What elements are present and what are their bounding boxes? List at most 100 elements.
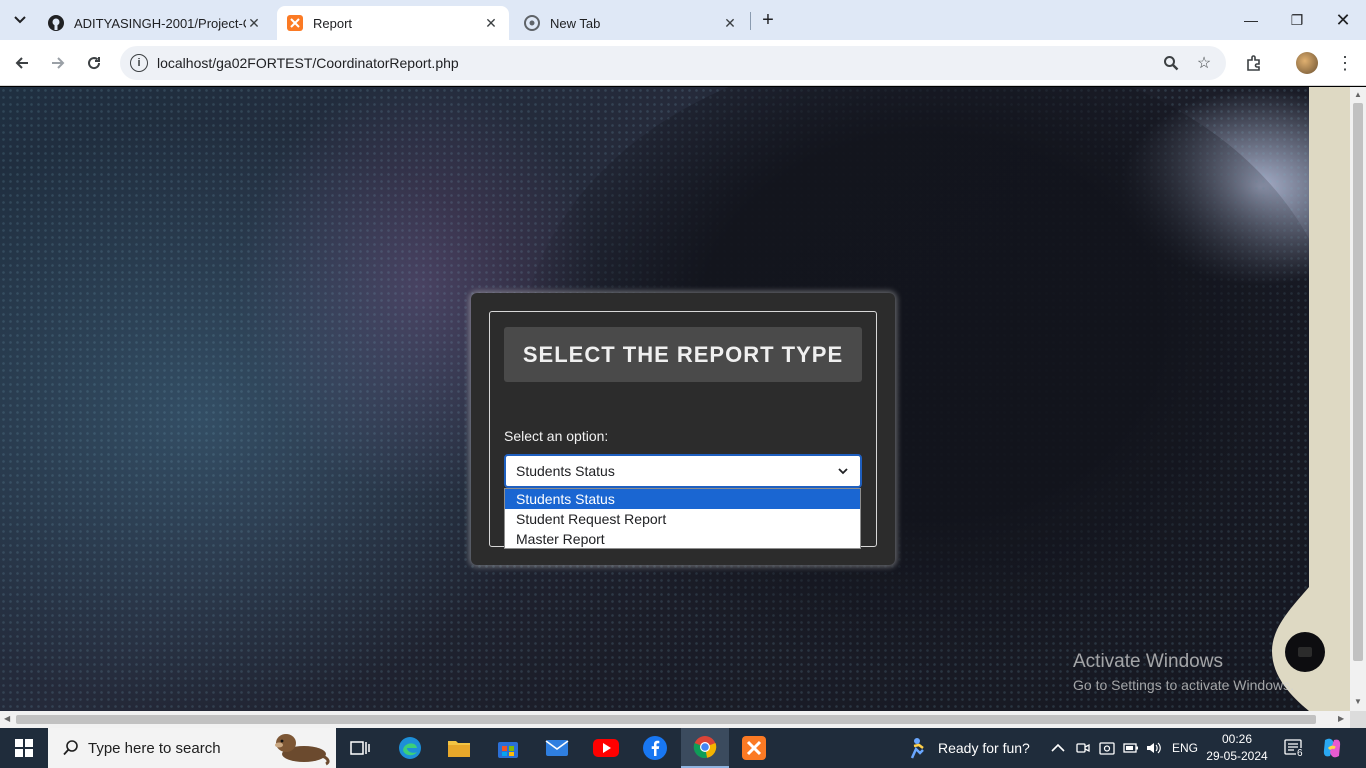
horizontal-scrollbar[interactable]: ◀ ▶ — [0, 711, 1350, 728]
chevron-up-icon — [1051, 743, 1065, 752]
windows-taskbar: Type here to search Ready for fun? ENG 0… — [0, 728, 1366, 768]
taskbar-youtube[interactable] — [582, 728, 630, 768]
xampp-icon — [742, 736, 766, 760]
scroll-left-icon[interactable]: ◀ — [4, 714, 10, 723]
windows-logo-icon — [15, 739, 33, 757]
taskbar-store[interactable] — [484, 728, 532, 768]
notification-count: 6 — [1296, 748, 1304, 759]
page-viewport: Activate Windows Go to Settings to activ… — [0, 87, 1350, 711]
tab-search-button[interactable] — [8, 8, 32, 32]
site-info-icon[interactable]: i — [130, 54, 148, 72]
tab-separator — [750, 12, 751, 30]
taskbar-edge[interactable] — [386, 728, 434, 768]
clock-date: 29-05-2024 — [1206, 749, 1268, 763]
taskbar-file-explorer[interactable] — [435, 728, 483, 768]
url-text: localhost/ga02FORTEST/CoordinatorReport.… — [157, 55, 459, 71]
youtube-icon — [593, 739, 619, 757]
option-master-report[interactable]: Master Report — [505, 529, 860, 549]
taskbar-clock[interactable]: 00:26 29-05-2024 — [1204, 731, 1270, 765]
mail-icon — [545, 740, 569, 756]
otter-illustration-icon — [275, 734, 330, 766]
battery-icon[interactable] — [1123, 728, 1139, 768]
notification-center[interactable]: 6 — [1284, 728, 1304, 768]
clock-time: 00:26 — [1221, 732, 1253, 746]
show-hidden-icons[interactable] — [1051, 728, 1065, 768]
volume-icon[interactable] — [1146, 728, 1162, 768]
search-placeholder: Type here to search — [88, 739, 221, 757]
option-students-status[interactable]: Students Status — [505, 489, 860, 509]
watermark-title: Activate Windows — [1073, 651, 1223, 672]
back-button[interactable] — [8, 49, 36, 77]
browser-menu-icon[interactable]: ⋮ — [1332, 50, 1358, 76]
github-icon — [48, 15, 64, 31]
screen-capture-icon[interactable] — [1099, 728, 1115, 768]
activate-windows-watermark: Activate Windows Go to Settings to activ… — [1073, 651, 1294, 693]
close-tab-icon[interactable]: ✕ — [246, 15, 262, 31]
start-button[interactable] — [0, 728, 48, 768]
weather-widget[interactable]: Ready for fun? — [905, 728, 1030, 768]
tab-report[interactable]: Report ✕ — [277, 6, 509, 40]
close-tab-icon[interactable]: ✕ — [483, 15, 499, 31]
copilot-button[interactable] — [1320, 728, 1344, 768]
restore-button[interactable]: ❐ — [1274, 0, 1320, 40]
scroll-down-icon[interactable]: ▼ — [1354, 697, 1362, 706]
option-student-request-report[interactable]: Student Request Report — [505, 509, 860, 529]
taskbar-facebook[interactable] — [631, 728, 679, 768]
tab-title: ADITYASINGH-2001/Project-Ca — [74, 15, 246, 31]
page-title: SELECT THE REPORT TYPE — [504, 327, 862, 382]
taskbar-chrome[interactable] — [681, 728, 729, 768]
facebook-icon — [643, 736, 667, 760]
new-tab-button[interactable]: + — [756, 8, 780, 32]
taskbar-mail[interactable] — [533, 728, 581, 768]
taskbar-search-box[interactable]: Type here to search — [48, 728, 336, 768]
scrollbar-corner — [1350, 711, 1366, 728]
vertical-scrollbar[interactable]: ▲ ▼ — [1350, 87, 1366, 711]
minimize-button[interactable]: — — [1228, 0, 1274, 40]
tab-new-tab[interactable]: New Tab ✕ — [514, 6, 748, 40]
chevron-down-icon — [838, 468, 848, 475]
taskbar-xampp[interactable] — [730, 728, 778, 768]
bookmark-star-icon[interactable]: ☆ — [1194, 53, 1214, 73]
browser-tab-strip: ADITYASINGH-2001/Project-Ca ✕ Report ✕ N… — [0, 0, 1366, 40]
close-tab-icon[interactable]: ✕ — [722, 15, 738, 31]
vertical-scroll-thumb[interactable] — [1353, 103, 1363, 661]
profile-avatar[interactable] — [1294, 50, 1320, 76]
reload-icon — [88, 57, 101, 70]
forward-button[interactable] — [44, 49, 72, 77]
xampp-icon — [287, 15, 303, 31]
edge-icon — [399, 737, 421, 759]
tab-title: Report — [313, 15, 353, 31]
select-label: Select an option: — [504, 428, 609, 444]
zoom-icon[interactable] — [1161, 53, 1181, 73]
task-view-icon — [350, 741, 370, 755]
chevron-down-icon — [14, 16, 26, 24]
avatar — [1296, 52, 1318, 74]
tab-title: New Tab — [550, 15, 601, 31]
person-activity-icon — [910, 738, 924, 759]
weather-text: Ready for fun? — [938, 740, 1030, 756]
address-bar[interactable]: i localhost/ga02FORTEST/CoordinatorRepor… — [120, 46, 1226, 80]
meet-now-icon[interactable] — [1076, 728, 1090, 768]
tab-github[interactable]: ADITYASINGH-2001/Project-Ca ✕ — [38, 6, 272, 40]
chat-icon — [1298, 647, 1312, 657]
extensions-icon[interactable] — [1241, 50, 1267, 76]
select-value: Students Status — [516, 463, 615, 479]
reload-button[interactable] — [80, 49, 108, 77]
close-window-button[interactable]: ✕ — [1320, 0, 1366, 40]
report-type-options: Students Status Student Request Report M… — [504, 488, 861, 549]
report-type-select[interactable]: Students Status — [504, 454, 862, 488]
language-text: ENG — [1172, 741, 1199, 755]
language-indicator[interactable]: ENG — [1172, 728, 1198, 768]
copilot-icon — [1323, 738, 1341, 758]
browser-toolbar: i localhost/ga02FORTEST/CoordinatorRepor… — [0, 40, 1366, 86]
chrome-icon — [693, 736, 717, 759]
scroll-up-icon[interactable]: ▲ — [1354, 90, 1362, 99]
search-icon — [62, 738, 82, 758]
task-view-button[interactable] — [336, 728, 384, 768]
arrow-left-icon — [15, 57, 28, 69]
store-icon — [498, 742, 518, 758]
scroll-right-icon[interactable]: ▶ — [1338, 714, 1344, 723]
arrow-right-icon — [52, 57, 65, 69]
horizontal-scroll-thumb[interactable] — [16, 715, 1316, 724]
folder-icon — [448, 741, 470, 757]
